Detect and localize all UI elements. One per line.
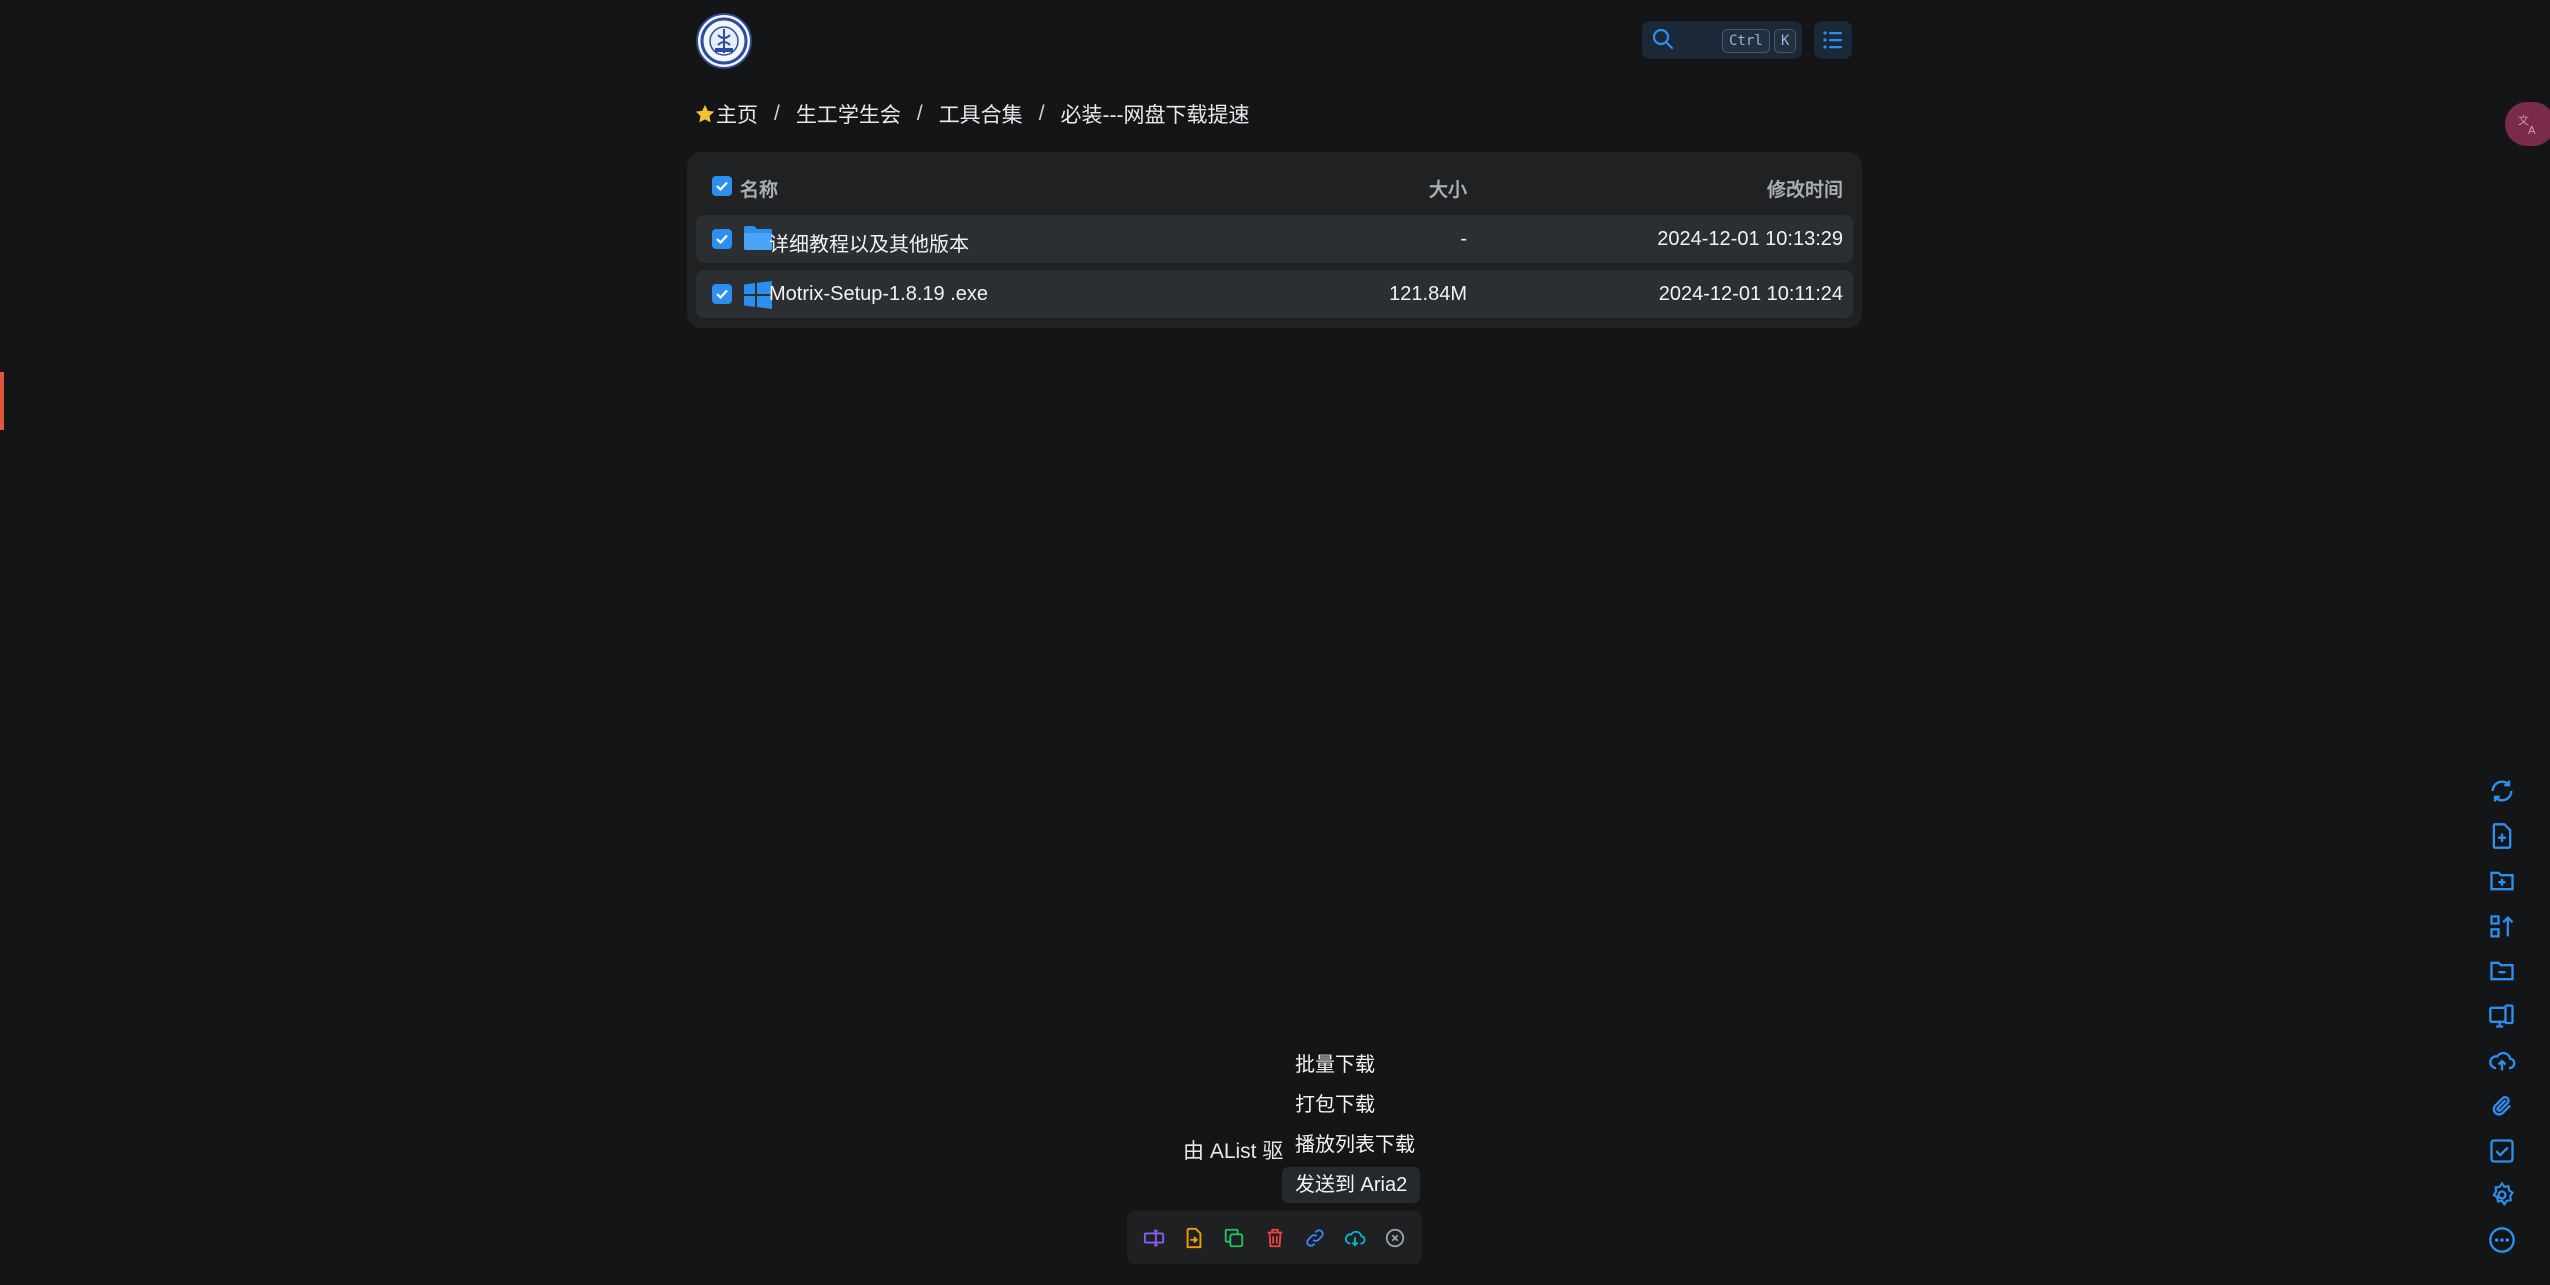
breadcrumb-separator: / (774, 102, 780, 125)
move-button[interactable] (1181, 1225, 1207, 1251)
new-folder-icon (2490, 871, 2514, 891)
column-name-header[interactable]: 名称 (740, 175, 778, 202)
kbd-ctrl: Ctrl (1722, 29, 1770, 53)
settings-icon (2492, 1181, 2514, 1207)
refresh-button[interactable] (2488, 777, 2516, 805)
new-file-button[interactable] (2488, 822, 2516, 850)
copy-link-icon (1305, 1228, 1324, 1247)
settings-button[interactable] (2488, 1181, 2516, 1209)
batch-download-item[interactable]: 批量下载 (1282, 1047, 1388, 1083)
search-icon (1652, 28, 1674, 55)
copy-icon (1225, 1228, 1244, 1247)
file-name[interactable]: Motrix-Setup-1.8.19 .exe (769, 283, 988, 306)
breadcrumb-item[interactable]: 生工学生会 (796, 99, 901, 129)
copy-link-button[interactable] (1302, 1225, 1328, 1251)
sort-icon (2490, 915, 2514, 938)
cancel-select-icon (1385, 1228, 1405, 1247)
send-to-aria2-item[interactable]: 发送到 Aria2 (1282, 1167, 1421, 1203)
more-icon (2489, 1227, 2515, 1253)
breadcrumb-current[interactable]: 必装---网盘下载提速 (1061, 99, 1250, 129)
column-size-header[interactable]: 大小 (1429, 175, 1467, 202)
download-button[interactable] (1342, 1225, 1368, 1251)
file-list: 名称 大小 修改时间 详细教程以及其他版本 - 2024-12-01 10:13… (687, 152, 1862, 328)
move-icon (1186, 1227, 1202, 1248)
check-icon (716, 289, 728, 300)
breadcrumb-separator: / (916, 102, 923, 125)
package-download-item[interactable]: 打包下载 (1282, 1087, 1388, 1123)
club-logo-icon (700, 17, 748, 65)
file-size: 121.84M (1389, 283, 1467, 305)
new-file-icon (2492, 823, 2512, 849)
refresh-icon (2491, 780, 2513, 802)
more-button[interactable] (2488, 1226, 2516, 1254)
upload-button[interactable] (2488, 1047, 2516, 1075)
powered-by-text: 由 AList 驱 (1183, 1140, 1284, 1163)
row-checkbox[interactable] (712, 229, 732, 249)
delete-icon (1267, 1228, 1282, 1247)
upload-icon (2489, 1051, 2516, 1071)
file-name[interactable]: 详细教程以及其他版本 (769, 228, 969, 257)
svg-text:A: A (2528, 124, 2536, 136)
kbd-k: K (1774, 29, 1797, 53)
translate-icon: 文A (2517, 112, 2541, 141)
check-icon (716, 181, 728, 192)
folder-icon (2490, 961, 2514, 981)
download-icon (1344, 1230, 1366, 1247)
offline-download-icon (2492, 1096, 2511, 1116)
select-all-checkbox[interactable] (712, 176, 732, 196)
playlist-download-item[interactable]: 播放列表下载 (1282, 1127, 1428, 1163)
file-size: - (1460, 228, 1467, 250)
selection-action-bar (1127, 1211, 1422, 1264)
rename-button[interactable] (1141, 1225, 1167, 1251)
toggle-checkbox-icon (2490, 1139, 2514, 1163)
breadcrumb-home[interactable]: 主页 (694, 99, 758, 129)
breadcrumb-separator: / (1038, 102, 1045, 125)
folder-button[interactable] (2488, 957, 2516, 985)
copy-button[interactable] (1221, 1225, 1247, 1251)
side-indicator (0, 372, 4, 430)
file-row[interactable]: Motrix-Setup-1.8.19 .exe 121.84M 2024-12… (696, 270, 1853, 318)
file-modified: 2024-12-01 10:11:24 (1658, 283, 1843, 305)
toggle-checkbox-button[interactable] (2488, 1137, 2516, 1165)
cancel-select-button[interactable] (1382, 1225, 1408, 1251)
breadcrumb-home-label: 主页 (716, 104, 758, 127)
local-settings-button[interactable] (2488, 1002, 2516, 1030)
breadcrumb-item[interactable]: 工具合集 (939, 99, 1023, 129)
delete-button[interactable] (1262, 1225, 1288, 1251)
offline-download-button[interactable] (2488, 1092, 2516, 1120)
local-settings-icon (2489, 1004, 2514, 1028)
star-icon (695, 104, 715, 123)
search-box[interactable]: Ctrl K (1642, 21, 1802, 59)
translate-button[interactable]: 文A (2505, 102, 2550, 146)
check-icon (716, 234, 728, 245)
column-modified-header[interactable]: 修改时间 (1767, 175, 1843, 202)
site-logo[interactable] (696, 13, 752, 69)
file-modified: 2024-12-01 10:13:29 (1657, 228, 1843, 250)
sort-button[interactable] (2488, 913, 2516, 941)
sidebar-toggle-button[interactable] (1814, 21, 1852, 59)
rename-icon (1144, 1229, 1165, 1246)
file-row[interactable]: 详细教程以及其他版本 - 2024-12-01 10:13:29 (696, 215, 1853, 263)
new-folder-button[interactable] (2488, 867, 2516, 895)
file-list-header: 名称 大小 修改时间 (696, 162, 1853, 210)
row-checkbox[interactable] (712, 284, 732, 304)
breadcrumb: 主页 / 生工学生会 / 工具合集 / 必装---网盘下载提速 (694, 98, 1250, 130)
list-icon (1823, 31, 1842, 49)
